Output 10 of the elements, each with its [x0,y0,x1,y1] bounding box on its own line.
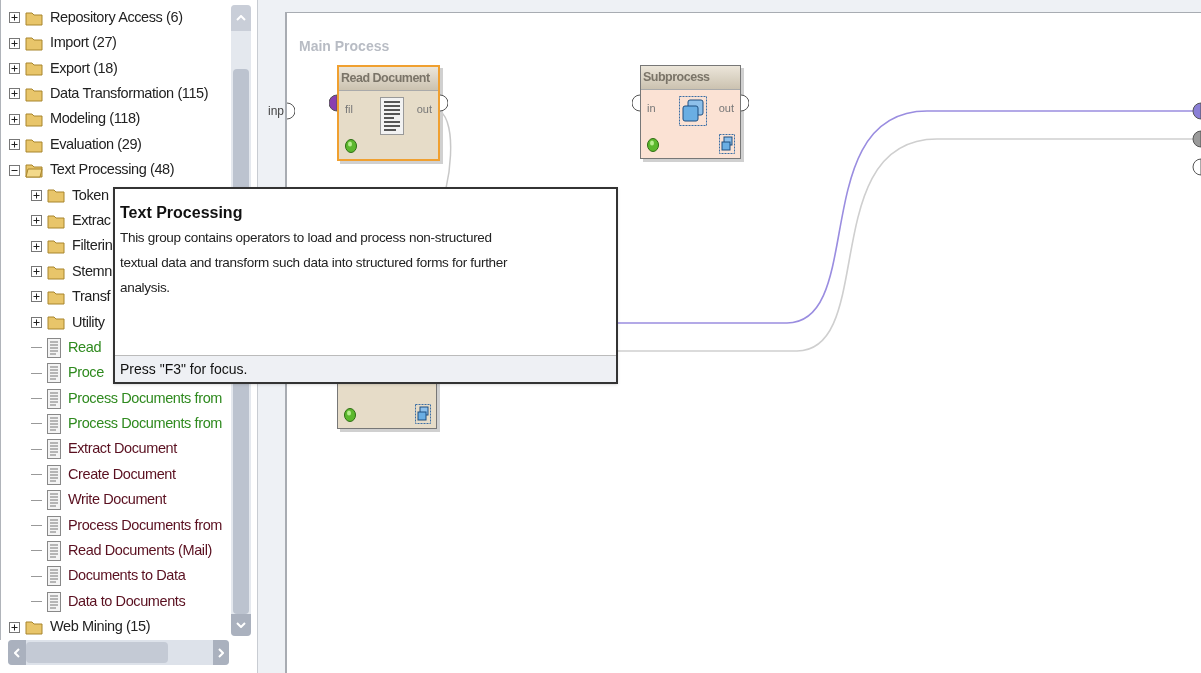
port-label: out [718,101,734,116]
port-label: in [647,101,656,116]
port-label: out [416,102,432,117]
canvas-title: Main Process [299,37,390,56]
port-label: fil [345,102,353,117]
port-label: inp [268,103,284,120]
operator-title: Subprocess [641,66,740,90]
tooltip-footer: Press "F3" for focus. [115,355,616,382]
tooltip-title: Text Processing [120,203,244,223]
operator-title: Read Document [339,67,438,91]
